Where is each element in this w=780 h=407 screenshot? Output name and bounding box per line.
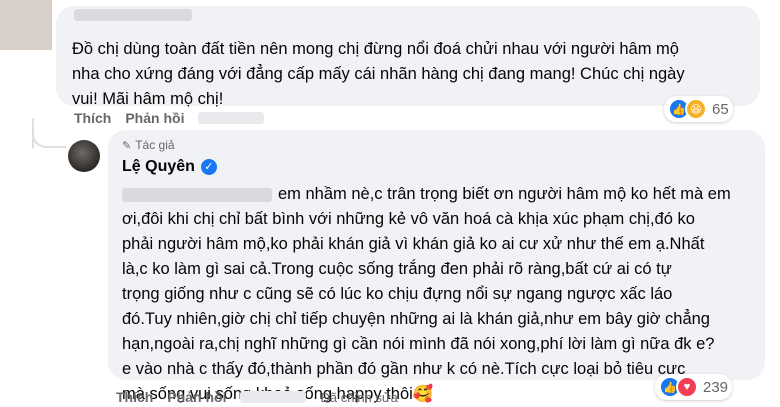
pencil-icon: ✎: [122, 139, 132, 152]
author-name[interactable]: Lệ Quyên: [122, 158, 195, 176]
comment-actions: Thích Phản hồi: [74, 110, 265, 126]
author-badge-label: Tác giả: [135, 138, 175, 152]
author-badge: ✎ Tác giả: [122, 138, 751, 152]
comment-text: Đồ chị dùng toàn đất tiền nên mong chị đ…: [72, 40, 685, 108]
mentioned-name-redacted: [122, 187, 272, 202]
like-button[interactable]: Thích: [116, 389, 153, 405]
comment-reactions[interactable]: 👍 😆 65: [664, 96, 733, 122]
timestamp-redacted: [198, 112, 265, 124]
verified-badge-icon: ✓: [200, 159, 217, 175]
author-avatar[interactable]: [68, 140, 100, 172]
reply-text: em nhầm nè,c trân trọng biết ơn người hâ…: [122, 182, 751, 407]
haha-icon: 😆: [685, 98, 707, 120]
edited-label[interactable]: Đã chỉnh sửa: [320, 390, 397, 405]
reply-button[interactable]: Phản hồi: [167, 389, 226, 405]
timestamp-redacted: [240, 391, 307, 403]
comment-bubble: Đồ chị dùng toàn đất tiền nên mong chị đ…: [56, 6, 760, 108]
love-icon: ♥: [676, 376, 698, 398]
reply-text-rest: ơi,đôi khi chị chỉ bất bình với những kẻ…: [122, 210, 715, 403]
reply-actions: Thích Phản hồi Đã chỉnh sửa: [116, 389, 398, 405]
like-button[interactable]: Thích: [74, 110, 111, 126]
thread-connector: [32, 126, 66, 148]
reaction-count: 65: [712, 100, 729, 118]
reply-bubble: ✎ Tác giả Lệ Quyên ✓ em nhầm nè,c trân t…: [108, 130, 765, 403]
reaction-count: 239: [703, 378, 729, 396]
author-name-row: Lệ Quyên ✓: [122, 158, 751, 176]
reply-button[interactable]: Phản hồi: [125, 110, 184, 126]
commenter-name-redacted: [74, 9, 192, 21]
commenter-avatar[interactable]: [0, 0, 52, 50]
reply-reactions[interactable]: 👍 ♥ 239: [655, 374, 733, 400]
reply-text-first-line: em nhầm nè,c trân trọng biết ơn người hâ…: [278, 185, 731, 203]
